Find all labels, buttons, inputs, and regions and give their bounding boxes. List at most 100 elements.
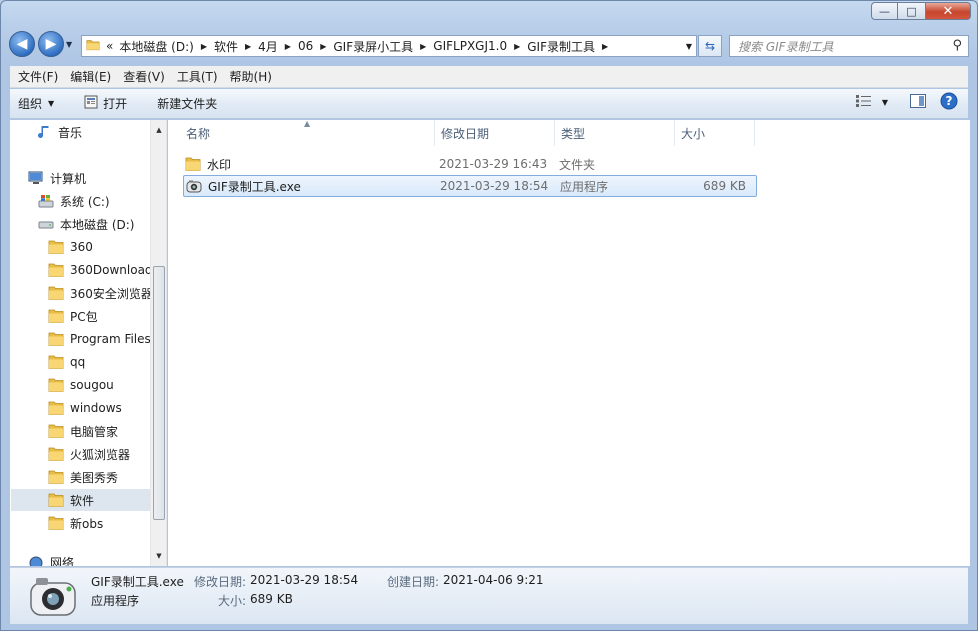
network-icon: [28, 555, 44, 566]
column-header-size[interactable]: 大小: [675, 120, 755, 146]
menu-help[interactable]: 帮助(H): [224, 67, 278, 87]
folder-icon: [48, 493, 64, 507]
view-options-button[interactable]: ▼: [855, 95, 888, 110]
chevron-right-icon[interactable]: ▶: [602, 42, 608, 51]
tree-item-folder[interactable]: sougou: [48, 374, 114, 396]
windows-drive-icon: [38, 194, 54, 208]
new-folder-label: 新建文件夹: [157, 97, 218, 111]
camera-app-icon: [186, 179, 202, 193]
file-row-gif-tool[interactable]: GIF录制工具.exe 2021-03-29 18:54 应用程序 689 KB: [183, 175, 757, 197]
history-dropdown-icon[interactable]: ▼: [66, 40, 78, 49]
help-icon: ?: [940, 92, 958, 110]
view-icon: [855, 95, 872, 110]
scroll-up-icon[interactable]: ▲: [151, 122, 166, 138]
file-list: ▲ 名称 修改日期 类型 大小 水印 2021-03-29 16:43 文件夹 …: [168, 119, 970, 566]
help-button[interactable]: ?: [940, 92, 958, 113]
chevron-right-icon[interactable]: ▶: [245, 42, 251, 51]
open-button[interactable]: 打开: [76, 92, 135, 116]
tree-item-network[interactable]: 网络: [28, 555, 74, 566]
tree-item-folder[interactable]: 火狐浏览器: [48, 443, 130, 465]
search-icon[interactable]: ⚲: [952, 38, 962, 53]
tree-item-folder[interactable]: 360: [48, 236, 93, 258]
minimize-button[interactable]: —: [871, 2, 898, 20]
scroll-down-icon[interactable]: ▼: [151, 548, 166, 564]
file-row-watermark[interactable]: 水印 2021-03-29 16:43 文件夹: [183, 153, 757, 175]
nav-scrollbar[interactable]: ▲ ▼: [150, 120, 166, 566]
address-bar[interactable]: « 本地磁盘 (D:) ▶ 软件 ▶ 4月 ▶ 06 ▶ GIF录屏小工具 ▶ GIFLP…: [81, 35, 697, 57]
tree-item-label: 新obs: [70, 516, 104, 531]
details-filename: GIF录制工具.exe: [91, 575, 184, 589]
chevron-right-icon[interactable]: ▶: [285, 42, 291, 51]
file-name: GIF录制工具.exe: [208, 179, 301, 194]
tree-item-folder[interactable]: qq: [48, 351, 85, 373]
details-size-value: 689 KB: [250, 592, 293, 606]
chevron-right-icon[interactable]: ▶: [420, 42, 426, 51]
breadcrumb-item[interactable]: 本地磁盘 (D:): [119, 38, 193, 55]
organize-label: 组织: [18, 97, 43, 111]
maximize-button[interactable]: □: [898, 2, 925, 20]
scroll-thumb[interactable]: [153, 266, 165, 520]
menu-file[interactable]: 文件(F): [12, 67, 64, 87]
tree-item-drive-c[interactable]: 系统 (C:): [38, 190, 110, 212]
folder-icon: [48, 401, 64, 415]
column-label: 修改日期: [441, 127, 490, 141]
tree-item-folder[interactable]: 360Download: [48, 259, 153, 281]
tree-item-folder[interactable]: 软件: [11, 489, 150, 511]
menu-edit[interactable]: 编辑(E): [64, 67, 117, 87]
new-folder-button[interactable]: 新建文件夹: [149, 92, 225, 116]
column-label: 名称: [186, 127, 211, 141]
refresh-button[interactable]: ⇆: [698, 35, 722, 57]
column-header-date[interactable]: 修改日期: [435, 120, 555, 146]
tree-item-music[interactable]: 音乐: [38, 121, 82, 143]
organize-button[interactable]: 组织 ▼: [10, 92, 62, 116]
close-button[interactable]: ✕: [925, 2, 971, 20]
menu-bar: 文件(F) 编辑(E) 查看(V) 工具(T) 帮助(H): [10, 66, 968, 88]
details-modified-value: 2021-03-29 18:54: [250, 573, 359, 587]
breadcrumb-item[interactable]: GIFLPXGJ1.0: [433, 39, 507, 53]
folder-icon: [48, 332, 64, 346]
details-modified-label: 修改日期:: [194, 575, 247, 589]
breadcrumb-item[interactable]: 4月: [258, 38, 278, 55]
breadcrumb-item[interactable]: 软件: [214, 38, 238, 55]
folder-icon: [48, 424, 64, 438]
tree-item-folder[interactable]: 新obs: [48, 512, 103, 534]
file-date: 2021-03-29 16:43: [439, 157, 548, 171]
tree-item-folder[interactable]: windows: [48, 397, 122, 419]
forward-button[interactable]: ▶: [38, 31, 64, 57]
address-dropdown-icon[interactable]: ▼: [686, 42, 692, 51]
tree-item-folder[interactable]: Program Files: [48, 328, 151, 350]
tree-item-folder[interactable]: 美图秀秀: [48, 466, 118, 488]
breadcrumb-item[interactable]: GIF录制工具: [527, 38, 595, 55]
menu-view[interactable]: 查看(V): [117, 67, 171, 87]
sort-up-icon: ▲: [304, 119, 311, 128]
breadcrumb-item[interactable]: GIF录屏小工具: [333, 38, 413, 55]
back-button[interactable]: ◀: [9, 31, 35, 57]
folder-icon: [48, 263, 64, 277]
address-overflow[interactable]: «: [106, 39, 113, 53]
nav-buttons: ◀ ▶ ▼: [9, 31, 78, 57]
svg-text:?: ?: [946, 94, 953, 108]
explorer-window: — □ ✕ ◀ ▶ ▼ « 本地磁盘 (D:) ▶ 软件 ▶ 4月 ▶ 06 ▶ GIF…: [0, 0, 978, 631]
search-placeholder: 搜索 GIF录制工具: [738, 39, 834, 54]
column-header-name[interactable]: ▲ 名称: [168, 119, 435, 146]
menu-tools[interactable]: 工具(T): [171, 67, 224, 87]
tree-item-drive-d[interactable]: 本地磁盘 (D:): [38, 213, 134, 235]
file-date: 2021-03-29 18:54: [440, 179, 549, 193]
tree-item-computer[interactable]: 计算机: [28, 167, 86, 189]
tree-item-folder[interactable]: 360安全浏览器: [48, 282, 153, 304]
tree-item-folder[interactable]: PC包: [48, 305, 98, 327]
tree-item-folder[interactable]: 电脑管家: [48, 420, 118, 442]
folder-icon: [185, 157, 201, 171]
chevron-right-icon[interactable]: ▶: [514, 42, 520, 51]
tree-item-label: 音乐: [58, 125, 83, 140]
breadcrumb-item[interactable]: 06: [298, 39, 313, 53]
chevron-right-icon[interactable]: ▶: [201, 42, 207, 51]
search-input[interactable]: 搜索 GIF录制工具 ⚲: [729, 35, 969, 57]
column-header-type[interactable]: 类型: [555, 120, 675, 146]
folder-icon: [48, 309, 64, 323]
open-label: 打开: [103, 97, 128, 111]
file-size: 689 KB: [703, 179, 746, 193]
tree-item-label: qq: [70, 355, 86, 369]
chevron-right-icon[interactable]: ▶: [320, 42, 326, 51]
preview-pane-button[interactable]: [910, 94, 926, 111]
